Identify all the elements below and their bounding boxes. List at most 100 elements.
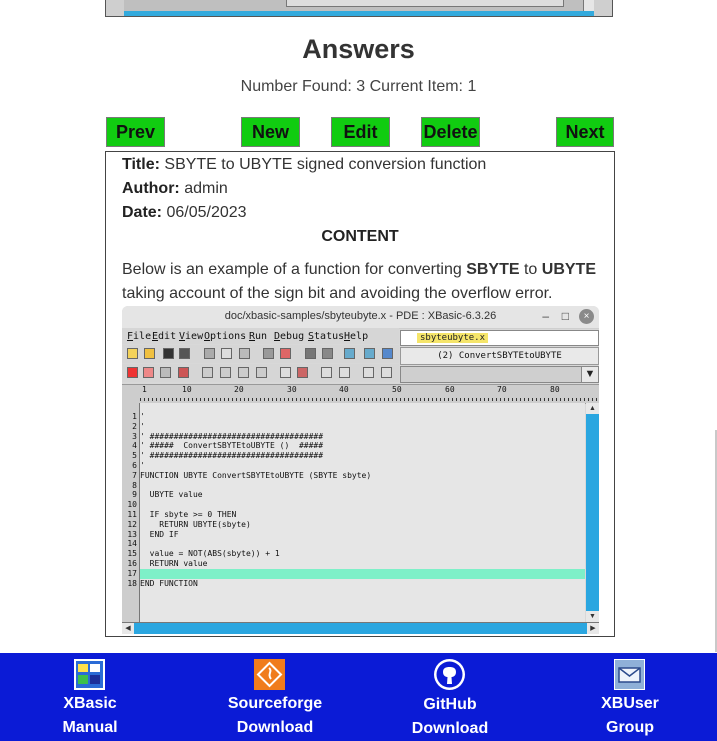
step-local-icon — [256, 367, 267, 378]
minimize-icon: – — [542, 309, 549, 323]
scroll-up-icon: ▲ — [586, 403, 599, 414]
results-counter: Number Found: 3 Current Item: 1 — [0, 78, 717, 96]
scroll-right-icon: ▶ — [587, 623, 599, 634]
menu-item-view: View — [179, 331, 204, 342]
forward-icon — [364, 348, 375, 359]
next-button[interactable]: Next — [556, 117, 614, 147]
line-number: 15 — [127, 549, 137, 559]
memory-icon — [363, 367, 374, 378]
footer-label-1: GitHub — [423, 696, 477, 713]
footer-xbuser-group[interactable]: XBUser Group — [580, 653, 680, 741]
title-value: SBYTE to UBYTE signed conversion functio… — [164, 156, 487, 173]
footer-label-2: Group — [606, 719, 654, 736]
step-over-icon — [220, 367, 231, 378]
kill-icon — [178, 367, 189, 378]
line-number: 14 — [127, 539, 137, 549]
number-found-value: 3 — [356, 78, 366, 95]
footer-label-2: Manual — [62, 719, 118, 736]
copy-icon — [221, 348, 232, 359]
line-number: 1 — [132, 412, 137, 421]
cut-icon — [204, 348, 215, 359]
function-selector: (2) ConvertSBYTEtoUBYTE — [400, 347, 599, 365]
code-line: END IF — [140, 529, 179, 539]
current-item-value: 1 — [467, 78, 477, 95]
line-number: 13 — [127, 529, 137, 539]
code-line: RETURN UBYTE(sbyte) — [140, 519, 251, 529]
line-number-gutter: 1 2 3 4 5 6 7 8 9 10 11 12 13 14 15 16 17 18 — [122, 403, 140, 622]
line-number: 10 — [127, 500, 137, 510]
answer-card: Title: SBYTE to UBYTE signed conversion … — [105, 151, 615, 637]
current-item-label: Current Item: — [369, 78, 463, 95]
author-label: Author: — [122, 180, 180, 197]
date-label: Date: — [122, 204, 163, 221]
filename-field: sbyteubyte.x — [400, 330, 599, 346]
bookmark-icon — [305, 348, 316, 359]
combo-arrow-icon: ▼ — [581, 367, 598, 382]
ruler-mark: 80 — [550, 385, 560, 394]
menu-item-help: Help — [344, 331, 369, 342]
delete-button[interactable]: Delete — [421, 117, 480, 147]
maximize-icon: □ — [561, 309, 569, 323]
scroll-down-icon: ▼ — [586, 611, 599, 622]
assembly-icon — [381, 367, 392, 378]
title-label: Title: — [122, 156, 160, 173]
line-number: 8 — [132, 480, 137, 490]
filename-text: sbyteubyte.x — [417, 333, 489, 343]
ruler-mark: 40 — [339, 385, 349, 394]
step-out-icon — [238, 367, 249, 378]
code-line: IF sbyte >= 0 THEN — [140, 510, 237, 519]
run-icon — [143, 367, 154, 378]
save-icon — [163, 348, 174, 359]
vertical-scrollbar: ▲ ▼ — [586, 403, 599, 622]
pde-menubar: File Edit View Options Run Debug Status Help — [122, 328, 399, 344]
ruler-mark: 10 — [182, 385, 192, 394]
ruler-mark: 1 — [142, 385, 147, 394]
footer-label-1: XBUser — [601, 695, 659, 712]
line-number: 11 — [127, 510, 137, 519]
ruler-mark: 70 — [497, 385, 507, 394]
footer-label-1: Sourceforge — [227, 695, 323, 712]
para-text-1: Below is an example of a function for co… — [122, 261, 467, 278]
line-number: 6 — [132, 461, 137, 470]
answer-author: Author: admin — [122, 180, 228, 198]
stop-icon — [127, 367, 138, 378]
code-line: value = NOT(ABS(sbyte)) + 1 — [140, 549, 280, 559]
edit-button[interactable]: Edit — [331, 117, 390, 147]
date-value: 06/05/2023 — [166, 204, 247, 221]
menu-item-status: Status — [308, 331, 345, 342]
content-heading: CONTENT — [321, 228, 399, 245]
back-icon — [344, 348, 355, 359]
save-all-icon — [179, 348, 190, 359]
answer-date: Date: 06/05/2023 — [122, 204, 247, 222]
sourceforge-icon — [254, 659, 285, 690]
footer-sourceforge-download[interactable]: Sourceforge Download — [215, 653, 335, 741]
prev-button[interactable]: Prev — [106, 117, 165, 147]
footer-label-2: Download — [236, 719, 314, 736]
find-icon — [263, 348, 274, 359]
code-line: ' — [140, 421, 145, 431]
code-line: RETURN value — [140, 559, 208, 568]
line-number: 3 — [132, 431, 137, 441]
footer-github-download[interactable]: GitHub Download — [400, 653, 500, 741]
line-number: 18 — [127, 578, 137, 588]
content-paragraph: Below is an example of a function for co… — [122, 258, 602, 306]
line-number: 5 — [132, 451, 137, 461]
line-number: 4 — [132, 441, 137, 451]
footer-bar: XBasic Manual Sourceforge Download GitHu… — [0, 653, 717, 741]
line-number: 9 — [132, 490, 137, 500]
xbasic-pde-screenshot: doc/xbasic-samples/sbyteubyte.x - PDE : … — [122, 306, 599, 634]
author-value: admin — [184, 180, 228, 197]
mail-group-icon — [614, 659, 645, 690]
goto-icon — [322, 348, 333, 359]
paste-icon — [239, 348, 250, 359]
column-ruler: 1 10 20 30 40 50 60 70 80 — [122, 384, 599, 404]
code-line: FUNCTION UBYTE ConvertSBYTEtoUBYTE (SBYT… — [140, 470, 372, 480]
ruler-mark: 60 — [445, 385, 455, 394]
window-title: doc/xbasic-samples/sbyteubyte.x - PDE : … — [224, 310, 497, 322]
step-into-icon — [202, 367, 213, 378]
line-number: 12 — [127, 519, 137, 529]
previous-screenshot-crop — [105, 0, 613, 17]
new-button[interactable]: New — [241, 117, 300, 147]
footer-xbasic-manual[interactable]: XBasic Manual — [40, 653, 140, 741]
